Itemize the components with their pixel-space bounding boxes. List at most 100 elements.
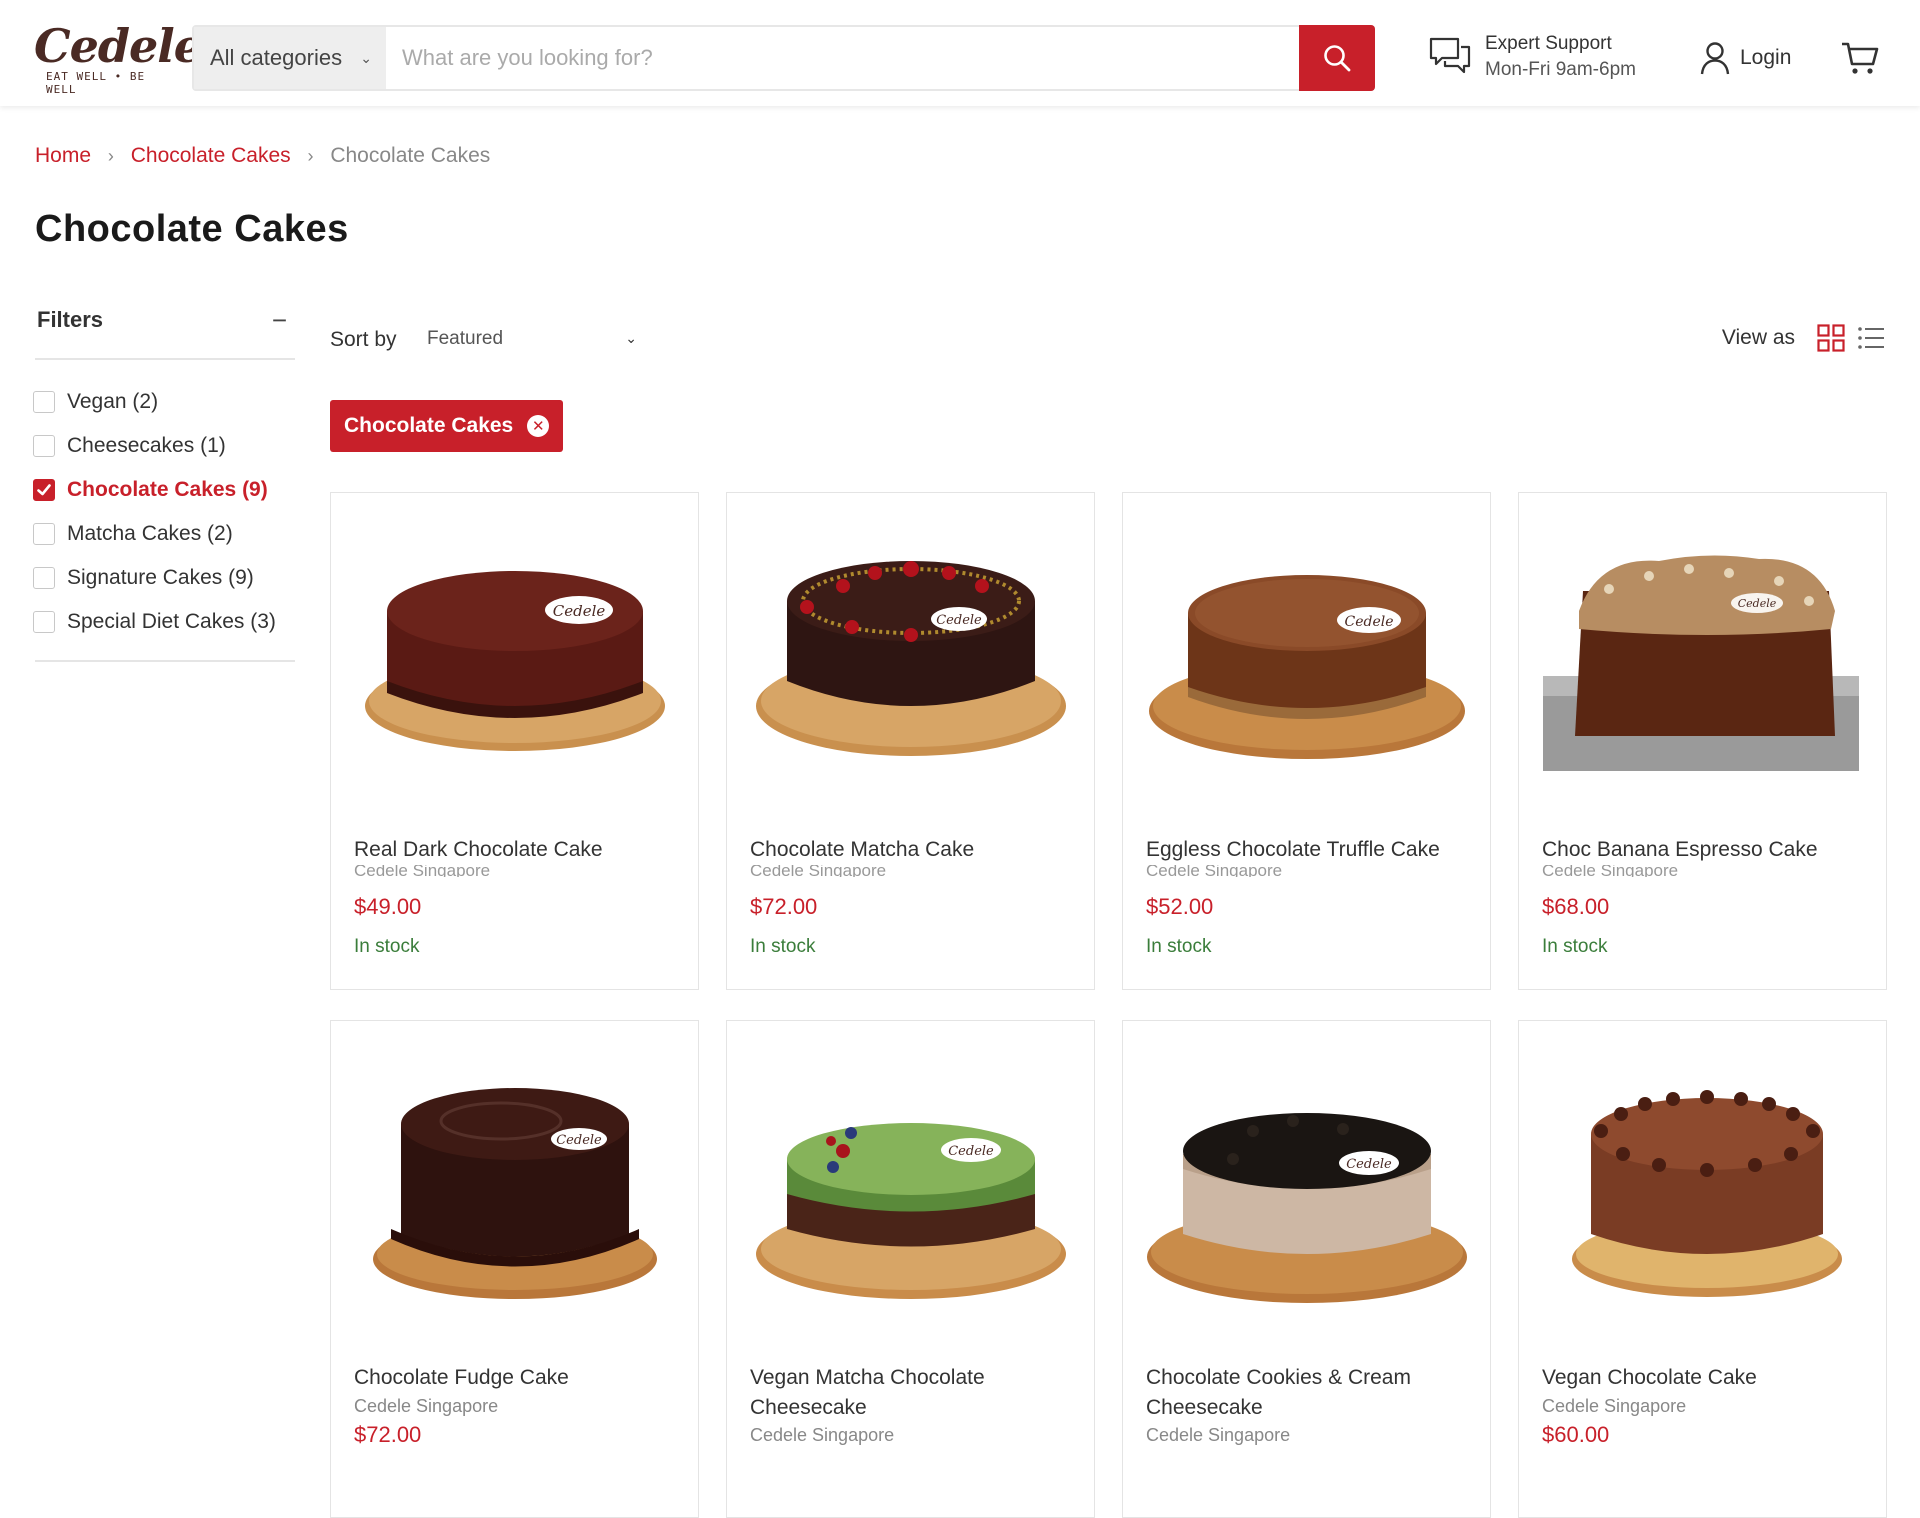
view-as-label: View as	[1721, 326, 1795, 349]
filter-chocolate-cakes[interactable]: Chocolate Cakes (9)	[33, 468, 295, 512]
breadcrumb-current: Chocolate Cakes	[330, 144, 491, 167]
list-view-icon[interactable]	[1857, 324, 1885, 352]
breadcrumb-separator: ›	[307, 146, 314, 166]
logo-tagline: EAT WELL • BE WELL	[46, 70, 146, 96]
cart-button[interactable]	[1840, 38, 1880, 78]
support-hours: Mon-Fri 9am-6pm	[1485, 59, 1636, 80]
product-title[interactable]: Chocolate Fudge Cake	[354, 1363, 684, 1393]
filter-cheesecakes[interactable]: Cheesecakes (1)	[33, 424, 295, 468]
product-image[interactable]: Cedele	[747, 1059, 1076, 1309]
product-stock: In stock	[354, 936, 420, 957]
product-title[interactable]: Vegan Chocolate Cake	[1542, 1363, 1872, 1393]
filter-checkbox-checked[interactable]	[33, 479, 55, 501]
page-title: Chocolate Cakes	[35, 208, 349, 250]
product-card[interactable]: Cedele Eggless Chocolate Truffle Cake Ce…	[1122, 492, 1491, 990]
filters-title: Filters	[37, 307, 104, 332]
product-vendor: Cedele Singapore	[1542, 1396, 1687, 1416]
product-price: $72.00	[750, 894, 818, 919]
svg-text:Cedele: Cedele	[553, 602, 606, 620]
svg-text:Cedele: Cedele	[948, 1144, 994, 1159]
chevron-down-icon: ⌄	[360, 50, 372, 66]
login-label: Login	[1740, 46, 1792, 69]
product-card[interactable]: Cedele Chocolate Cookies & Cream Cheesec…	[1122, 1020, 1491, 1518]
filter-checkbox[interactable]	[33, 611, 55, 633]
filter-label: Signature Cakes (9)	[67, 566, 254, 589]
search-button[interactable]	[1299, 25, 1375, 91]
product-price: $60.00	[1542, 1422, 1610, 1447]
product-card[interactable]: Cedele Vegan Matcha Chocolate Cheesecake…	[726, 1020, 1095, 1518]
product-title[interactable]: Chocolate Cookies & Cream Cheesecake	[1146, 1363, 1476, 1423]
filter-list: Vegan (2) Cheesecakes (1) Chocolate Cake…	[33, 380, 295, 662]
svg-text:Cedele: Cedele	[1346, 1157, 1392, 1172]
chat-bubbles-icon	[1429, 37, 1471, 74]
product-vendor: Cedele Singapore	[1542, 865, 1679, 877]
sort-select[interactable]: Featured ⌄	[427, 328, 637, 350]
filter-vegan[interactable]: Vegan (2)	[33, 380, 295, 424]
product-title[interactable]: Chocolate Matcha Cake	[750, 835, 1080, 865]
product-image[interactable]: Cedele	[1143, 531, 1472, 781]
filter-label: Cheesecakes (1)	[67, 434, 226, 457]
product-title[interactable]: Real Dark Chocolate Cake	[354, 835, 684, 865]
product-card[interactable]: Vegan Chocolate Cake Cedele Singapore $6…	[1518, 1020, 1887, 1518]
active-filter-label: Chocolate Cakes	[344, 414, 514, 437]
filter-label: Matcha Cakes (2)	[67, 522, 233, 545]
checkmark-icon	[37, 484, 51, 496]
product-card[interactable]: Cedele Choc Banana Espresso Cake Cedele …	[1518, 492, 1887, 990]
filter-checkbox[interactable]	[33, 567, 55, 589]
product-image[interactable]: Cedele	[747, 531, 1076, 781]
product-stock: In stock	[1146, 936, 1212, 957]
filters-header[interactable]: Filters −	[35, 305, 295, 360]
filter-special-diet-cakes[interactable]: Special Diet Cakes (3)	[33, 600, 295, 644]
product-vendor: Cedele Singapore	[750, 865, 887, 877]
product-price: $49.00	[354, 894, 422, 919]
view-as: View as	[1722, 324, 1885, 352]
remove-filter-icon[interactable]: ✕	[527, 415, 550, 437]
product-image[interactable]: Cedele	[1143, 1059, 1472, 1309]
search-icon	[1324, 45, 1351, 72]
login-link[interactable]: Login	[1700, 40, 1791, 76]
search-input[interactable]	[386, 27, 1299, 89]
filter-checkbox[interactable]	[33, 523, 55, 545]
product-image[interactable]: Cedele	[351, 1059, 680, 1309]
breadcrumb-chocolate-cakes[interactable]: Chocolate Cakes	[131, 144, 291, 167]
breadcrumb-separator: ›	[107, 146, 114, 166]
product-title[interactable]: Vegan Matcha Chocolate Cheesecake	[750, 1363, 1080, 1423]
product-card[interactable]: Cedele Chocolate Fudge Cake Cedele Singa…	[330, 1020, 699, 1518]
svg-text:Cedele: Cedele	[556, 1133, 602, 1148]
filter-label: Vegan (2)	[67, 390, 159, 413]
product-image[interactable]: Cedele	[1539, 531, 1868, 781]
product-card[interactable]: Cedele Chocolate Matcha Cake Cedele Sing…	[726, 492, 1095, 990]
product-title[interactable]: Choc Banana Espresso Cake	[1542, 835, 1872, 865]
breadcrumb: Home › Chocolate Cakes › Chocolate Cakes	[35, 144, 490, 168]
sort-label: Sort by	[330, 328, 397, 351]
product-vendor: Cedele Singapore	[354, 865, 491, 877]
product-image[interactable]: Cedele	[351, 531, 680, 781]
collapse-icon[interactable]: −	[272, 305, 287, 336]
product-card[interactable]: Cedele Real Dark Chocolate Cake Cedele S…	[330, 492, 699, 990]
filter-label: Special Diet Cakes (3)	[67, 610, 276, 633]
filter-matcha-cakes[interactable]: Matcha Cakes (2)	[33, 512, 295, 556]
svg-text:Cedele: Cedele	[1344, 614, 1393, 630]
grid-view-icon[interactable]	[1817, 324, 1845, 352]
active-filter-tag[interactable]: Chocolate Cakes ✕	[330, 400, 564, 452]
expert-support[interactable]: Expert Support Mon-Fri 9am-6pm	[1428, 30, 1668, 86]
filter-signature-cakes[interactable]: Signature Cakes (9)	[33, 556, 295, 600]
filter-checkbox[interactable]	[33, 391, 55, 413]
filter-label: Chocolate Cakes (9)	[67, 478, 268, 501]
product-image[interactable]	[1539, 1059, 1868, 1309]
product-price: $72.00	[354, 1422, 422, 1447]
product-price: $68.00	[1542, 894, 1610, 919]
product-vendor: Cedele Singapore	[750, 1425, 895, 1445]
product-stock: In stock	[750, 936, 816, 957]
svg-text:Cedele: Cedele	[1738, 597, 1777, 610]
breadcrumb-home[interactable]: Home	[35, 144, 91, 167]
logo-wordmark: Cedele	[34, 19, 203, 73]
cedele-logo[interactable]: Cedele EAT WELL • BE WELL	[34, 19, 203, 96]
search-category-select[interactable]: All categories ⌄	[194, 27, 386, 89]
user-icon	[1700, 42, 1730, 75]
filter-checkbox[interactable]	[33, 435, 55, 457]
shopping-cart-icon	[1842, 42, 1879, 74]
site-header: Cedele EAT WELL • BE WELL All categories…	[0, 0, 1920, 106]
product-title[interactable]: Eggless Chocolate Truffle Cake	[1146, 835, 1476, 865]
product-stock: In stock	[1542, 936, 1608, 957]
